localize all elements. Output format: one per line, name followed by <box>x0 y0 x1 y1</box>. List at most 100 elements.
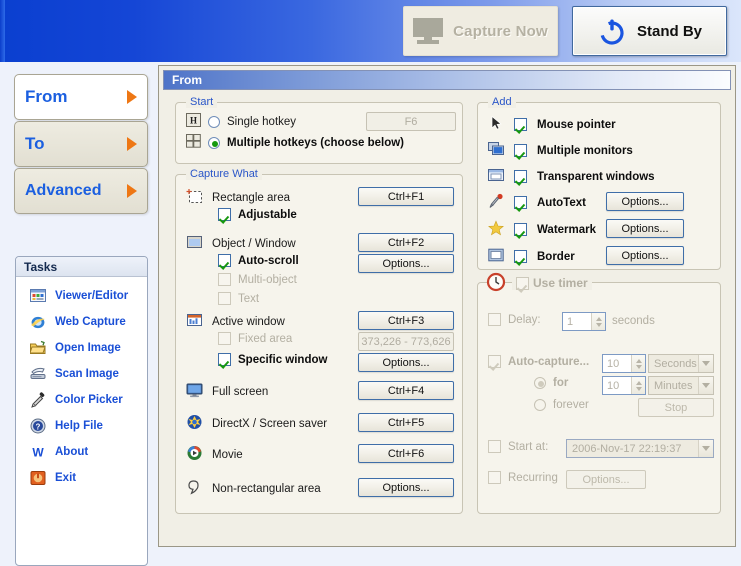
multiple-hotkeys-row[interactable]: Multiple hotkeys (choose below) <box>186 134 404 151</box>
autotext-options-button[interactable]: Options... <box>606 192 684 211</box>
auto-scroll-checkbox[interactable] <box>218 254 231 267</box>
capture-item-full-screen-label: Full screen <box>212 385 269 398</box>
transparent-window-icon <box>488 167 504 186</box>
capture-now-button[interactable]: Capture Now <box>403 6 558 56</box>
text-label: Text <box>238 292 260 305</box>
hotkey-h-icon: H <box>186 113 201 130</box>
sidebar-item-from-label: From <box>25 87 68 106</box>
object-window-options-button[interactable]: Options... <box>358 254 454 273</box>
stand-by-button[interactable]: Stand By <box>572 6 727 56</box>
add-group: Add Mouse pointer Multiple monitors Tran… <box>477 96 721 270</box>
border-options-button[interactable]: Options... <box>606 246 684 265</box>
movie-hotkey-button[interactable]: Ctrl+F6 <box>358 444 454 463</box>
for-label: for <box>553 377 569 389</box>
add-item-transparent-windows[interactable]: Transparent windows <box>488 167 655 186</box>
capture-item-rectangle-area[interactable]: Rectangle area <box>186 188 290 207</box>
task-exit[interactable]: Exit <box>16 465 147 491</box>
start-at-row: Start at: <box>488 440 548 453</box>
top-banner: Capture Now Stand By <box>0 0 741 62</box>
mouse-pointer-icon <box>488 115 504 134</box>
add-item-mouse-pointer[interactable]: Mouse pointer <box>488 115 616 134</box>
task-open-image[interactable]: Open Image <box>16 335 147 361</box>
capture-item-full-screen[interactable]: Full screen <box>186 382 268 401</box>
adjustable-checkbox[interactable] <box>218 208 231 221</box>
viewer-editor-icon <box>30 288 46 304</box>
auto-capture-row: Auto-capture... <box>488 355 589 368</box>
capture-item-non-rectangular[interactable]: Non-rectangular area <box>186 479 321 498</box>
add-item-autotext-label: AutoText <box>537 196 586 209</box>
mouse-pointer-checkbox[interactable] <box>514 118 527 131</box>
task-open-image-label: Open Image <box>55 342 121 354</box>
eyedropper-icon <box>30 392 46 408</box>
single-hotkey-row[interactable]: H Single hotkey <box>186 113 296 130</box>
add-item-border[interactable]: Border <box>488 247 575 266</box>
multiple-hotkeys-radio[interactable] <box>208 136 220 149</box>
sidebar-item-from[interactable]: From <box>14 74 148 120</box>
sidebar-item-to[interactable]: To <box>14 121 148 167</box>
add-item-multiple-monitors[interactable]: Multiple monitors <box>488 141 633 160</box>
internet-explorer-icon <box>30 314 46 330</box>
capture-now-label: Capture Now <box>453 22 548 40</box>
for-unit-select: Minutes <box>648 376 714 395</box>
single-hotkey-value[interactable]: F6 <box>366 112 456 131</box>
specific-window-options-button[interactable]: Options... <box>358 353 454 372</box>
forever-label: forever <box>553 399 589 411</box>
active-window-hotkey-button[interactable]: Ctrl+F3 <box>358 311 454 330</box>
multiple-monitors-icon <box>488 141 504 160</box>
multiple-monitors-checkbox[interactable] <box>514 144 527 157</box>
adjustable-label: Adjustable <box>238 208 297 221</box>
watermark-checkbox[interactable] <box>514 223 527 236</box>
forever-radio <box>534 399 546 411</box>
svg-text:H: H <box>190 116 197 126</box>
add-item-watermark[interactable]: Watermark <box>488 220 596 239</box>
exit-icon <box>30 470 46 486</box>
task-web-capture[interactable]: Web Capture <box>16 309 147 335</box>
sidebar-item-advanced[interactable]: Advanced <box>14 168 148 214</box>
object-window-icon <box>186 234 203 253</box>
autotext-checkbox[interactable] <box>514 196 527 209</box>
task-about[interactable]: W About <box>16 439 147 465</box>
svg-text:W: W <box>32 446 44 460</box>
object-window-hotkey-button[interactable]: Ctrl+F2 <box>358 233 454 252</box>
task-help-file[interactable]: ? Help File <box>16 413 147 439</box>
add-item-mouse-pointer-label: Mouse pointer <box>537 118 616 131</box>
auto-scroll-row[interactable]: Auto-scroll <box>218 254 299 267</box>
non-rectangular-options-button[interactable]: Options... <box>358 478 454 497</box>
border-checkbox[interactable] <box>514 250 527 263</box>
task-color-picker[interactable]: Color Picker <box>16 387 147 413</box>
transparent-windows-checkbox[interactable] <box>514 170 527 183</box>
task-scan-image[interactable]: Scan Image <box>16 361 147 387</box>
capture-item-directx[interactable]: DirectX / Screen saver <box>186 414 327 433</box>
capture-item-movie-label: Movie <box>212 448 243 461</box>
forever-row: forever <box>534 399 589 411</box>
capture-item-movie[interactable]: Movie <box>186 445 243 464</box>
capture-item-object-window[interactable]: Object / Window <box>186 234 296 253</box>
multi-object-checkbox <box>218 273 231 286</box>
watermark-options-button[interactable]: Options... <box>606 219 684 238</box>
capture-item-rectangle-area-label: Rectangle area <box>212 191 290 204</box>
sidebar: From To Advanced Tasks Viewer/Editor Web… <box>0 62 158 566</box>
autotext-stamp-icon <box>488 193 504 212</box>
use-timer-group: Use timer Delay: 1 seconds Auto-capture.… <box>477 272 721 514</box>
single-hotkey-radio[interactable] <box>208 115 220 128</box>
auto-scroll-label: Auto-scroll <box>238 254 299 267</box>
use-timer-label: Use timer <box>533 276 588 290</box>
fixed-area-row: Fixed area <box>218 332 292 345</box>
active-window-icon <box>186 312 203 331</box>
specific-window-checkbox[interactable] <box>218 353 231 366</box>
sidebar-item-advanced-label: Advanced <box>25 182 102 199</box>
add-item-watermark-label: Watermark <box>537 223 597 236</box>
multiple-hotkeys-label: Multiple hotkeys (choose below) <box>227 136 404 149</box>
specific-window-row[interactable]: Specific window <box>218 353 327 366</box>
task-viewer-editor[interactable]: Viewer/Editor <box>16 283 147 309</box>
delay-value: 1 <box>567 315 574 328</box>
recurring-row: Recurring <box>488 471 558 484</box>
capture-item-active-window[interactable]: Active window <box>186 312 285 331</box>
directx-hotkey-button[interactable]: Ctrl+F5 <box>358 413 454 432</box>
auto-capture-spinner: 10 <box>602 354 646 373</box>
add-item-autotext[interactable]: AutoText <box>488 193 586 212</box>
rectangle-area-hotkey-button[interactable]: Ctrl+F1 <box>358 187 454 206</box>
full-screen-hotkey-button[interactable]: Ctrl+F4 <box>358 381 454 400</box>
adjustable-row[interactable]: Adjustable <box>218 208 297 221</box>
capture-what-group: Capture What Rectangle area Ctrl+F1 Adju… <box>175 168 463 514</box>
